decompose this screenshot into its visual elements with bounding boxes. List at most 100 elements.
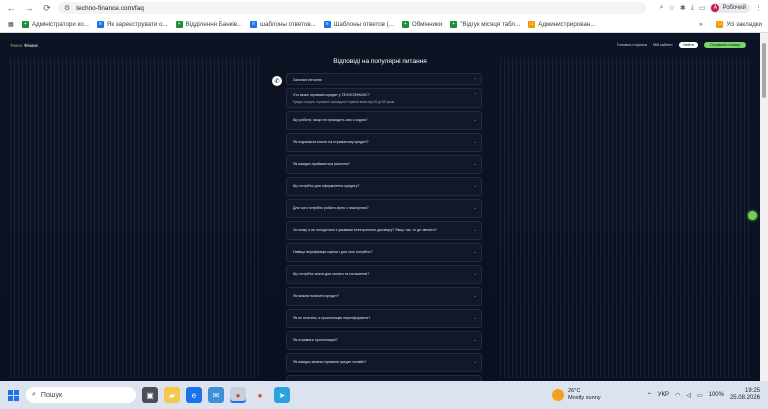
faq-item[interactable]: Що потрібно знати для оплати та погашенн… [286, 265, 482, 284]
back-icon[interactable]: ← [4, 1, 18, 15]
profile-button[interactable]: A Робочий [710, 3, 750, 13]
address-bar[interactable]: ⚙ techno-finance.com/faq [58, 2, 646, 14]
side-panel-icon[interactable]: ▭ [699, 4, 706, 12]
faq-question: Як подовжити кошти на отриманому кредиті… [293, 140, 369, 144]
file-explorer-icon[interactable]: ▰ [164, 387, 180, 403]
faq-question: Як можна погасити кредит? [293, 294, 339, 298]
downloads-icon[interactable]: ⤓ [691, 4, 694, 12]
search-icon: ⌕ [32, 391, 36, 398]
bookmark-item[interactable]: + "Відгук місяця табл... [450, 20, 520, 28]
sun-icon [552, 389, 564, 401]
edge-icon[interactable]: e [186, 387, 202, 403]
windows-start-icon[interactable] [8, 390, 19, 401]
weather-desc: Mostly sunny [568, 395, 601, 401]
task-view-icon[interactable]: ▣ [142, 387, 158, 403]
weather-temp: 26°C [568, 388, 581, 394]
bookmark-item[interactable]: + Відділення Банків... [175, 20, 242, 28]
chevron-down-icon: ⌄ [473, 271, 477, 276]
faq-item[interactable]: Як можна погасити кредит? ⌄ [286, 287, 482, 306]
weather-widget[interactable]: 26°C Mostly sunny [552, 388, 601, 402]
web-page: Техно Фінанс Головна сторінка Мій кабінет… [0, 33, 760, 381]
faq-item[interactable]: Для чого потрібно робити фото з паспорто… [286, 199, 482, 218]
logo-rest: Фінанс [24, 43, 39, 48]
logo-brand: Техно [10, 43, 23, 48]
faq-item[interactable]: Як швидко приймається рішення? ⌄ [286, 155, 482, 174]
sheets-icon: + [21, 20, 29, 28]
bookmark-item[interactable]: ≡ Як зареєструвати о... [96, 20, 168, 28]
support-icon[interactable] [748, 211, 757, 220]
chevron-up-icon[interactable]: ⌃ [647, 392, 652, 399]
nav-link-cabinet[interactable]: Мій кабінет [653, 43, 673, 47]
mail-icon[interactable]: ✉ [208, 387, 224, 403]
taskbar: ⌕ Пошук ▣ ▰ e ✉ ● ● ➤ 26°C Mostly sunny … [0, 381, 768, 409]
bookmark-label: Администрирован... [538, 20, 596, 28]
faq-item[interactable]: Як швидко можна отримати кредит онлайн? … [286, 353, 482, 372]
bookmark-item[interactable]: ≡ Шаблоны ответов (... [323, 20, 394, 28]
bookmark-item[interactable]: + Адміністратори ко... [21, 20, 89, 28]
zoom-icon[interactable]: ⌕ [660, 4, 664, 12]
bookmarks-bar: ▦ + Адміністратори ко... ≡ Як зареєструват… [0, 16, 768, 33]
faq-item[interactable]: Навіщо верифікація картки і для чого пот… [286, 243, 482, 262]
background-decoration [10, 58, 260, 378]
all-bookmarks-label: Усі закладки [726, 20, 762, 28]
bookmark-item[interactable]: + Обмінники [401, 20, 443, 28]
chevron-down-icon: ⌄ [473, 161, 477, 166]
faq-item[interactable]: Що потрібно для оформлення кредиту? ⌄ [286, 177, 482, 196]
site-logo[interactable]: Техно Фінанс [10, 43, 38, 48]
star-icon[interactable]: ☆ [669, 4, 675, 12]
faq-item[interactable]: Що робити, якщо не приходить смс з кодом… [286, 111, 482, 130]
bookmark-label: Обмінники [411, 20, 443, 28]
page-title: Відповіді на популярні питання [333, 58, 427, 65]
chevron-down-icon: ⌄ [473, 139, 477, 144]
apps-icon[interactable]: ▦ [8, 21, 14, 28]
faq-item[interactable]: Як отримати пролонгацію? ⌄ [286, 331, 482, 350]
taskbar-search[interactable]: ⌕ Пошук [26, 387, 136, 403]
bookmark-item[interactable]: ≡ шаблоны ответов... [250, 20, 316, 28]
forward-icon[interactable]: → [22, 1, 36, 15]
language-indicator[interactable]: УКР [658, 392, 669, 398]
volume-icon[interactable]: ◁ [686, 392, 691, 399]
more-bookmarks-icon[interactable]: » [699, 21, 702, 28]
faq-item[interactable]: Чи можу я не погодитися з умовами електр… [286, 221, 482, 240]
faq-item[interactable]: Як не платити, а пролонгацію переоформит… [286, 309, 482, 328]
chevron-down-icon: ⌄ [473, 205, 477, 210]
faq-question: Як швидко приймається рішення? [293, 162, 350, 166]
background-decoration [500, 58, 750, 378]
chevron-down-icon: ⌄ [473, 227, 477, 232]
chevron-down-icon: ⌄ [473, 315, 477, 320]
nav-link-home[interactable]: Головна сторінка [617, 43, 647, 47]
chevron-down-icon: ⌄ [473, 337, 477, 342]
faq-question: Що потрібно для оформлення кредиту? [293, 184, 360, 188]
reload-icon[interactable]: ⟳ [40, 1, 54, 15]
site-info-icon[interactable]: ⚙ [64, 4, 70, 12]
doc-icon: ≡ [96, 20, 104, 28]
clock[interactable]: 19:25 25.08.2026 [730, 388, 760, 402]
chrome-profile-icon[interactable]: ● [252, 387, 268, 403]
bookmark-item[interactable]: ▭ Администрирован... [528, 20, 596, 28]
page-scrollbar[interactable] [760, 33, 768, 381]
wifi-icon[interactable]: ◠ [675, 392, 680, 399]
get-loan-button[interactable]: Отримати позику [703, 42, 746, 48]
battery-icon[interactable]: ▭ [697, 392, 703, 399]
browser-toolbar: ← → ⟳ ⚙ techno-finance.com/faq ⌕ ☆ ✱ ⤓ ▭… [0, 0, 768, 16]
chevron-up-icon: ⌃ [473, 77, 477, 82]
telegram-icon[interactable]: ➤ [274, 387, 290, 403]
search-placeholder: Пошук [40, 391, 63, 399]
faq-answer: Кредит можуть отримати громадяни України… [293, 100, 396, 104]
extensions-icon[interactable]: ✱ [680, 4, 686, 12]
faq-item[interactable]: Як подовжити кошти на отриманому кредиті… [286, 133, 482, 152]
chrome-icon[interactable]: ● [230, 387, 246, 403]
login-button[interactable]: Увійти [678, 42, 698, 48]
faq-category[interactable]: Загальні питання ⌃ [286, 73, 482, 85]
address-bar-url: techno-finance.com/faq [76, 4, 144, 12]
bookmark-label: Як зареєструвати о... [106, 20, 168, 28]
faq-question: Для чого потрібно робити фото з паспорто… [293, 206, 369, 210]
scrollbar-thumb[interactable] [762, 43, 766, 98]
faq-item-open[interactable]: Хто може отримати кредит у ТЕХНОФІНАНС? … [286, 88, 482, 108]
faq-question: Що робити, якщо не приходить смс з кодом… [293, 118, 368, 122]
menu-icon[interactable]: ⋮ [755, 4, 762, 12]
sheets-icon: + [175, 20, 183, 28]
all-bookmarks-button[interactable]: ▭ Усі закладки [716, 20, 762, 28]
chevron-down-icon: ⌄ [473, 359, 477, 364]
chat-icon[interactable]: ✆ [272, 76, 282, 86]
